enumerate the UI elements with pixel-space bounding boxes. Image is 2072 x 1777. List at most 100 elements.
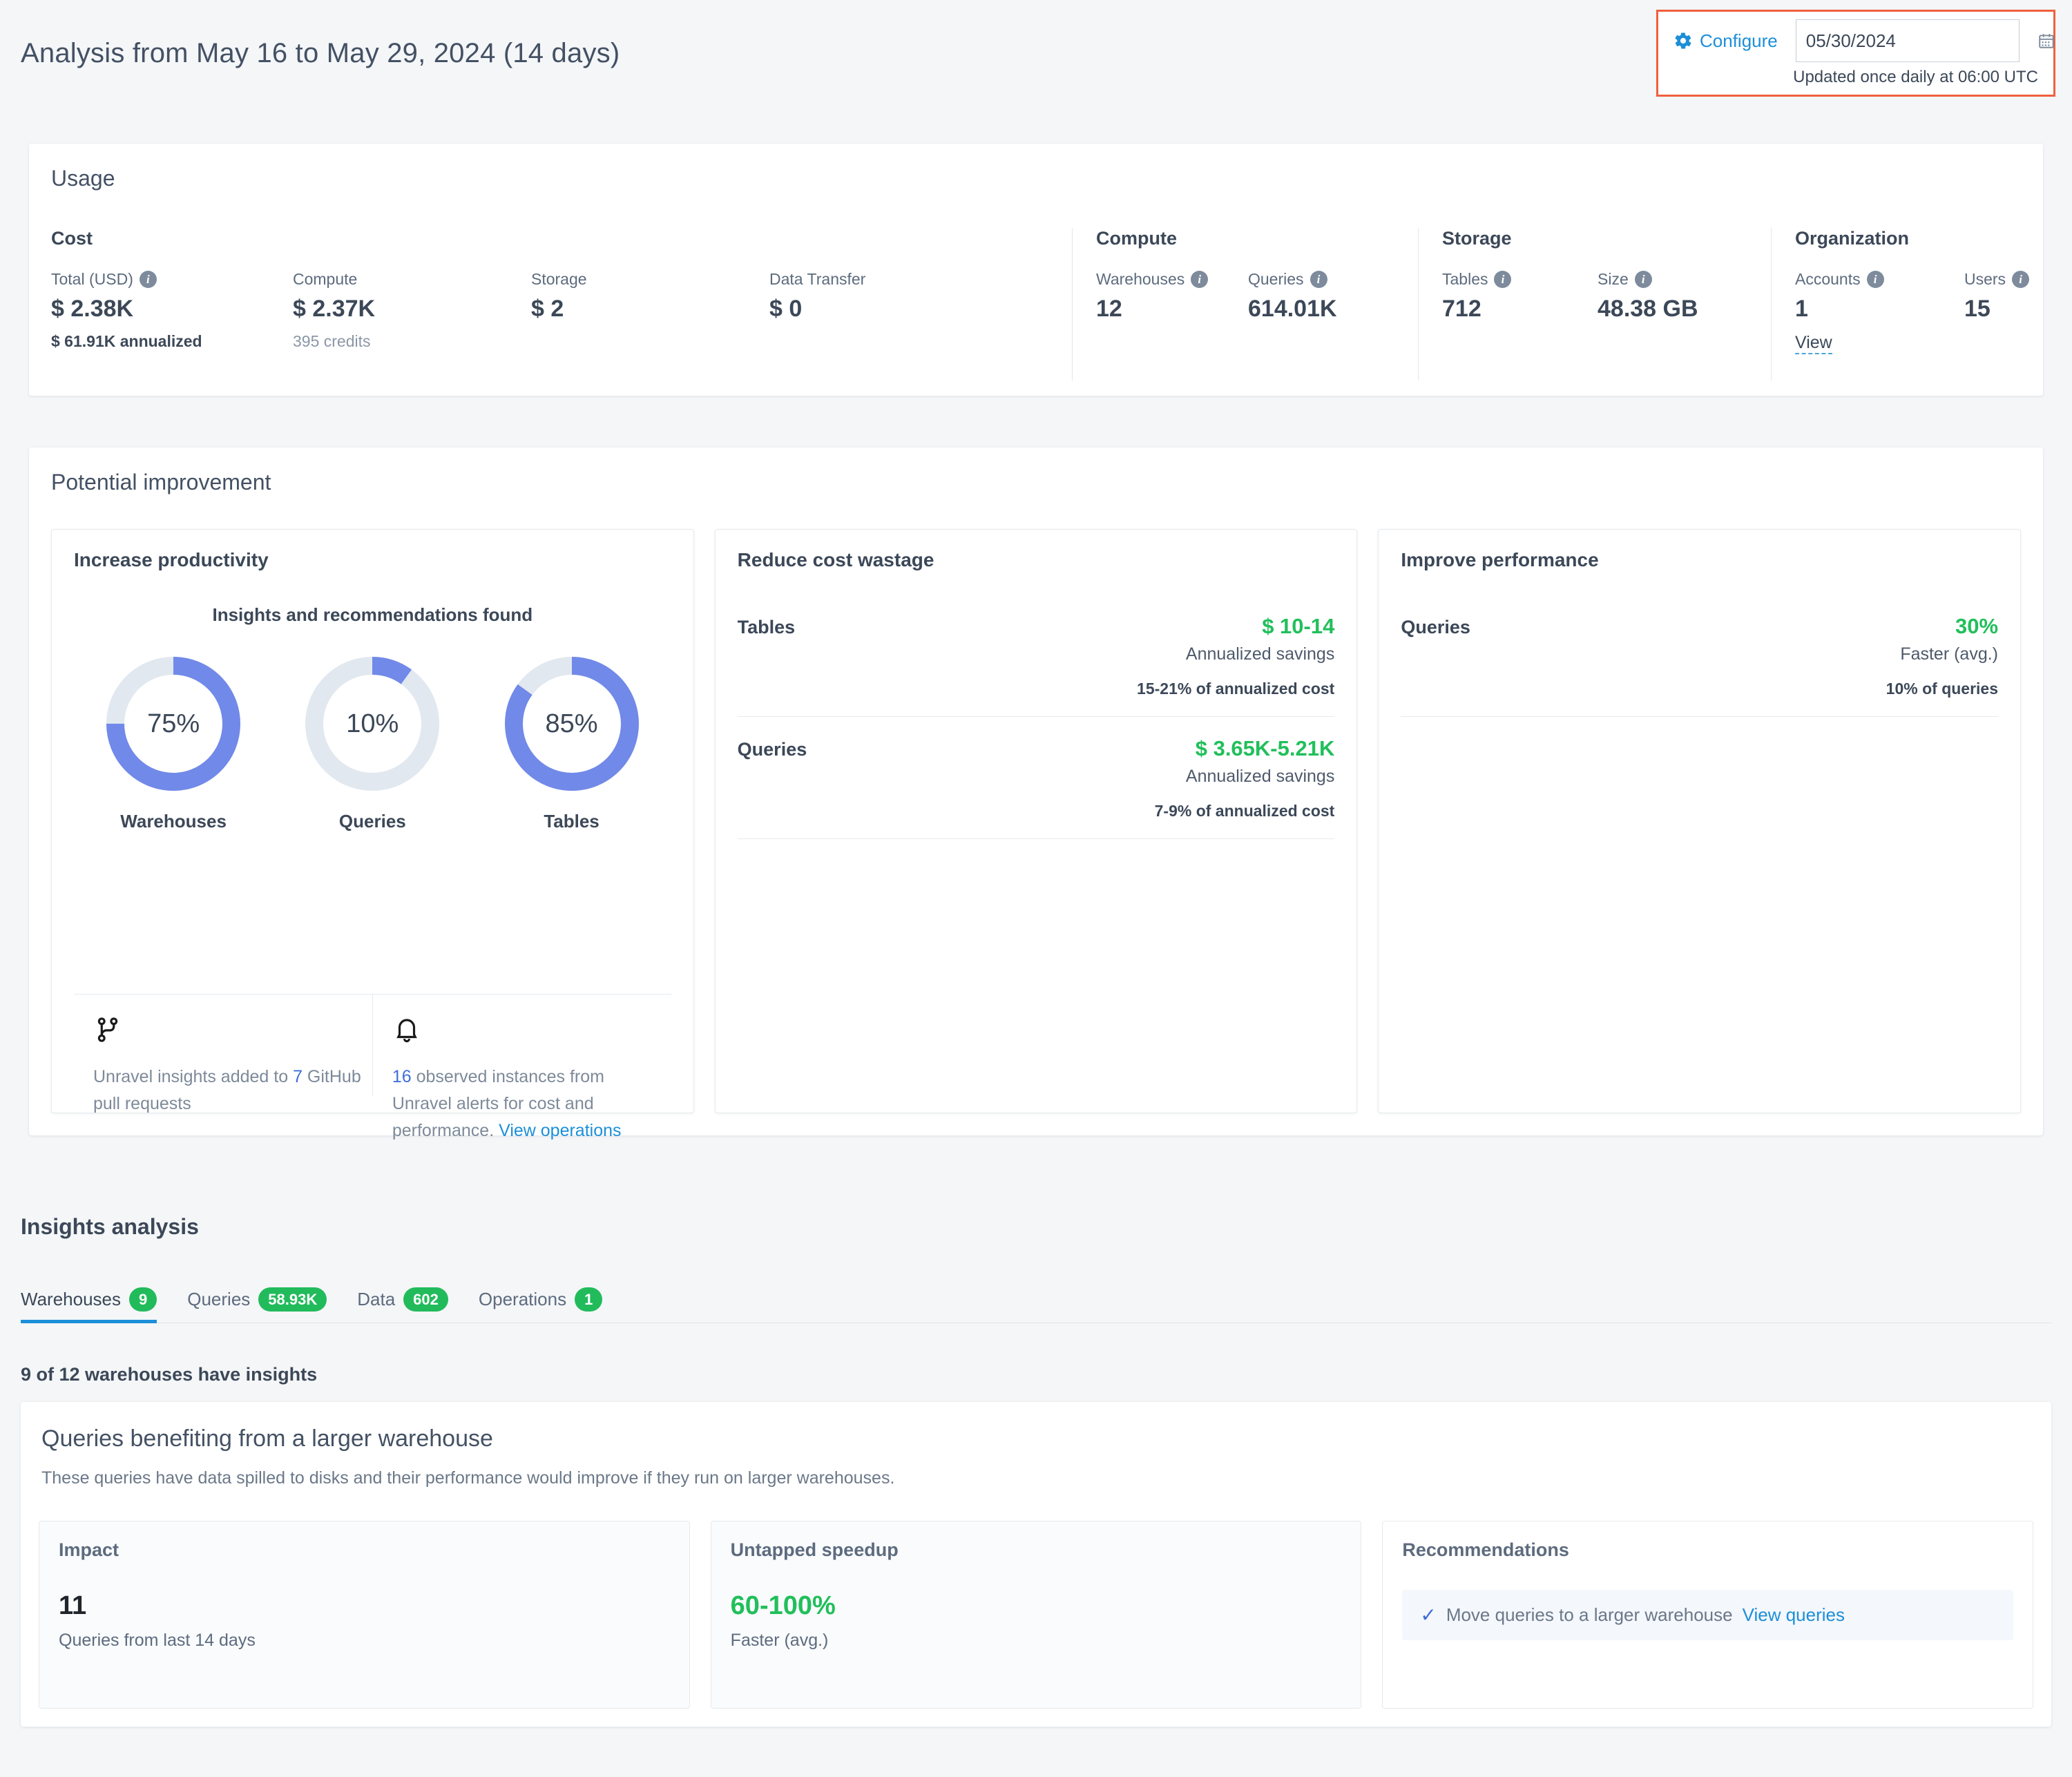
view-queries-link[interactable]: View queries (1743, 1604, 1845, 1626)
performance-row-sub: Faster (avg.) (1401, 644, 1998, 664)
performance-row-top: Queries 30% (1401, 614, 1998, 639)
speedup-value: 60-100% (731, 1591, 1342, 1621)
recommendations-title: Recommendations (1402, 1539, 2013, 1561)
insights-subtitle: 9 of 12 warehouses have insights (21, 1364, 317, 1385)
usage-metric-total: Total (USD) i $ 2.38K $ 61.91K annualize… (51, 270, 293, 351)
impact-sub: Queries from last 14 days (59, 1631, 670, 1651)
usage-metric-size: Size i 48.38 GB (1598, 270, 1753, 323)
cost-row-name: Queries (738, 739, 807, 760)
insight-detail-title: Queries benefiting from a larger warehou… (41, 1425, 493, 1452)
github-pull-requests-text: Unravel insights added to 7 GitHub pull … (93, 1064, 370, 1117)
usage-metric-label: Compute (293, 270, 531, 289)
recommendation-item[interactable]: ✓ Move queries to a larger warehouse Vie… (1402, 1590, 2013, 1640)
usage-metric-label-text: Users (1964, 270, 2006, 289)
tab-data[interactable]: Data 602 (357, 1287, 463, 1323)
tab-warehouses[interactable]: Warehouses 9 (21, 1287, 172, 1323)
donut-value: 10% (303, 655, 441, 793)
alerts-text: 16 observed instances from Unravel alert… (392, 1064, 669, 1144)
usage-metric-queries: Queries i 614.01K (1248, 270, 1400, 323)
impact-value: 11 (59, 1591, 670, 1621)
date-input-wrapper[interactable] (1796, 19, 2020, 62)
dashboard-page: Analysis from May 16 to May 29, 2024 (14… (0, 0, 2072, 1777)
cost-row-sub2: 15-21% of annualized cost (738, 680, 1335, 698)
foot-number: 7 (293, 1067, 303, 1086)
cost-row-top: Queries $ 3.65K-5.21K (738, 736, 1335, 761)
usage-group-compute: Compute Warehouses i 12 Queries i (1072, 228, 1418, 381)
usage-metric-users: Users i 15 (1964, 270, 2072, 354)
usage-group-cost: Cost Total (USD) i $ 2.38K $ 61.91K annu… (51, 228, 1072, 381)
usage-metric-label-text: Total (USD) (51, 270, 133, 289)
usage-metric-label-text: Accounts (1795, 270, 1861, 289)
untapped-speedup-card: Untapped speedup 60-100% Faster (avg.) (711, 1521, 1362, 1709)
donut-tables: 85% Tables (482, 655, 661, 832)
usage-metric-tables: Tables i 712 (1442, 270, 1598, 323)
updated-text: Updated once daily at 06:00 UTC (1658, 68, 2053, 87)
usage-metric-value: $ 2.38K (51, 296, 293, 323)
usage-group-title: Compute (1096, 228, 1400, 249)
date-input[interactable] (1806, 30, 2037, 52)
check-icon: ✓ (1420, 1604, 1436, 1626)
calendar-icon[interactable] (2037, 32, 2055, 50)
github-pull-requests-item: Unravel insights added to 7 GitHub pull … (74, 995, 372, 1096)
donut-chart-group: 75% Warehouses 10% Queries (74, 655, 671, 832)
gear-icon (1673, 31, 1693, 50)
usage-metric-label-text: Storage (531, 270, 587, 289)
info-icon[interactable]: i (1494, 271, 1511, 288)
info-icon[interactable]: i (1867, 271, 1884, 288)
tab-badge: 602 (403, 1287, 448, 1312)
usage-metric-value: 1 (1795, 296, 1964, 323)
insights-tabs: Warehouses 9 Queries 58.93K Data 602 Ope… (21, 1271, 2051, 1323)
tab-operations[interactable]: Operations 1 (479, 1287, 617, 1323)
usage-metric-warehouses: Warehouses i 12 (1096, 270, 1248, 323)
donut-label: Warehouses (84, 811, 262, 832)
usage-panel: Usage Cost Total (USD) i $ 2.38K $ 61.91… (29, 144, 2043, 396)
usage-metric-value: 48.38 GB (1598, 296, 1753, 323)
donut-label: Queries (283, 811, 462, 832)
usage-metric-label: Warehouses i (1096, 270, 1248, 289)
bell-icon (392, 1014, 421, 1046)
usage-metric-label: Queries i (1248, 270, 1400, 289)
usage-metric-label-text: Tables (1442, 270, 1488, 289)
cost-row-sub: Annualized savings (738, 767, 1335, 787)
configure-panel: Configure (1656, 10, 2055, 97)
speedup-title: Untapped speedup (731, 1539, 1342, 1561)
git-branch-icon (93, 1014, 122, 1046)
usage-group-title: Cost (51, 228, 1054, 249)
productivity-footer: Unravel insights added to 7 GitHub pull … (74, 994, 671, 1096)
usage-metrics: Accounts i 1 View Users i 15 (1795, 270, 2072, 354)
usage-metrics: Total (USD) i $ 2.38K $ 61.91K annualize… (51, 270, 1054, 351)
info-icon[interactable]: i (1191, 271, 1208, 288)
cost-row-queries: Queries $ 3.65K-5.21K Annualized savings… (738, 717, 1335, 839)
speedup-sub: Faster (avg.) (731, 1631, 1342, 1651)
usage-metric-storage: Storage $ 2 (531, 270, 769, 351)
configure-row: Configure (1658, 19, 2053, 62)
usage-group-title: Storage (1442, 228, 1753, 249)
info-icon[interactable]: i (1635, 271, 1652, 288)
cost-row-name: Tables (738, 617, 796, 638)
performance-row-queries: Queries 30% Faster (avg.) 10% of queries (1401, 595, 1998, 717)
usage-group-title: Organization (1795, 228, 2072, 249)
usage-metric-label: Storage (531, 270, 769, 289)
usage-metric-label-text: Warehouses (1096, 270, 1184, 289)
insight-detail-panel: Queries benefiting from a larger warehou… (21, 1402, 2051, 1727)
accounts-view-link[interactable]: View (1795, 334, 1832, 354)
card-title: Increase productivity (74, 549, 671, 571)
donut-value: 75% (104, 655, 242, 793)
tab-queries[interactable]: Queries 58.93K (187, 1287, 342, 1323)
usage-metric-label-text: Compute (293, 270, 357, 289)
usage-metric-sub: $ 61.91K annualized (51, 332, 293, 351)
cost-row-sub: Annualized savings (738, 644, 1335, 664)
info-icon[interactable]: i (1310, 271, 1327, 288)
page-header: Analysis from May 16 to May 29, 2024 (14… (0, 0, 2072, 116)
info-icon[interactable]: i (140, 271, 157, 288)
view-operations-link[interactable]: View operations (499, 1121, 621, 1140)
cost-row-sub2: 7-9% of annualized cost (738, 802, 1335, 820)
cost-row-top: Tables $ 10-14 (738, 614, 1335, 639)
usage-metric-label: Data Transfer (769, 270, 1008, 289)
configure-link[interactable]: Configure (1700, 30, 1778, 52)
info-icon[interactable]: i (2012, 271, 2029, 288)
foot-prefix: Unravel insights added to (93, 1067, 293, 1086)
usage-metric-sub: 395 credits (293, 332, 531, 351)
usage-metric-label: Accounts i (1795, 270, 1964, 289)
usage-metric-label-text: Queries (1248, 270, 1304, 289)
